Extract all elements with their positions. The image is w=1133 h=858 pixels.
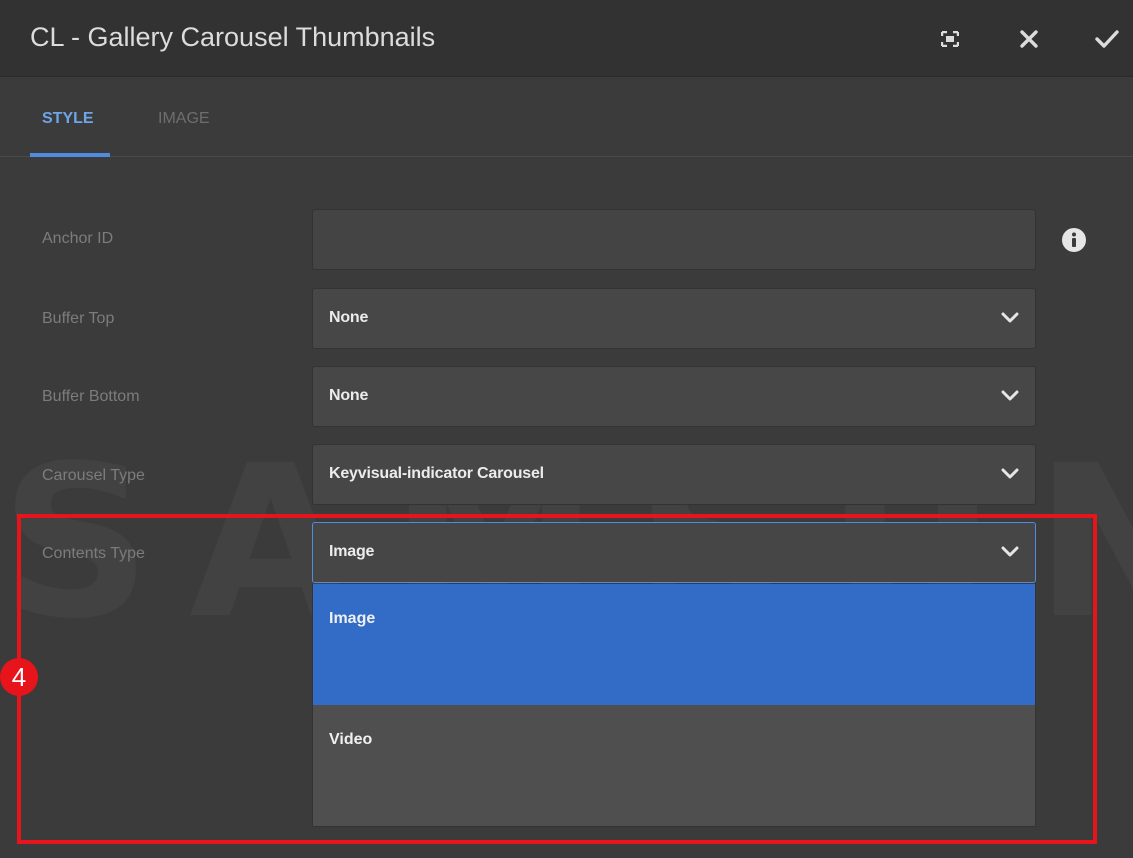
contents-type-dropdown-list: Image Video bbox=[312, 584, 1036, 827]
checkmark-icon bbox=[1095, 30, 1119, 48]
chevron-down-icon bbox=[1001, 312, 1019, 323]
chevron-down-icon bbox=[1001, 468, 1019, 479]
tab-bar: STYLE IMAGE bbox=[0, 77, 1133, 157]
option-image[interactable]: Image bbox=[313, 584, 1035, 705]
step-number-badge: 4 bbox=[0, 658, 38, 696]
dialog-header: CL - Gallery Carousel Thumbnails bbox=[0, 0, 1133, 77]
buffer-bottom-select[interactable]: None bbox=[312, 366, 1036, 427]
confirm-button[interactable] bbox=[1090, 22, 1124, 56]
buffer-top-select[interactable]: None bbox=[312, 288, 1036, 349]
active-tab-indicator bbox=[30, 153, 110, 157]
close-icon bbox=[1020, 30, 1038, 48]
carousel-type-select[interactable]: Keyvisual-indicator Carousel bbox=[312, 444, 1036, 505]
contents-type-label: Contents Type bbox=[42, 545, 145, 562]
option-label: Image bbox=[329, 610, 376, 627]
tab-style[interactable]: STYLE bbox=[42, 110, 94, 128]
fullscreen-icon bbox=[941, 31, 959, 47]
buffer-bottom-value: None bbox=[329, 387, 369, 404]
close-button[interactable] bbox=[1012, 22, 1046, 56]
anchor-id-label: Anchor ID bbox=[42, 230, 114, 247]
carousel-type-label: Carousel Type bbox=[42, 467, 145, 484]
buffer-top-label: Buffer Top bbox=[42, 310, 115, 327]
anchor-id-input[interactable] bbox=[312, 209, 1036, 270]
chevron-down-icon bbox=[1001, 546, 1019, 557]
option-label: Video bbox=[329, 731, 373, 748]
buffer-bottom-label: Buffer Bottom bbox=[42, 388, 140, 405]
carousel-type-value: Keyvisual-indicator Carousel bbox=[329, 465, 544, 482]
option-video[interactable]: Video bbox=[313, 705, 1035, 826]
dialog-title: CL - Gallery Carousel Thumbnails bbox=[30, 22, 436, 52]
dialog: SAMSUNG CL - Gallery Carousel Thumbnails… bbox=[0, 0, 1133, 858]
chevron-down-icon bbox=[1001, 390, 1019, 401]
contents-type-select[interactable]: Image bbox=[312, 522, 1036, 583]
buffer-top-value: None bbox=[329, 309, 369, 326]
tab-image[interactable]: IMAGE bbox=[158, 110, 210, 128]
contents-type-value: Image bbox=[329, 543, 375, 560]
info-icon[interactable] bbox=[1061, 227, 1087, 253]
fullscreen-button[interactable] bbox=[933, 22, 967, 56]
